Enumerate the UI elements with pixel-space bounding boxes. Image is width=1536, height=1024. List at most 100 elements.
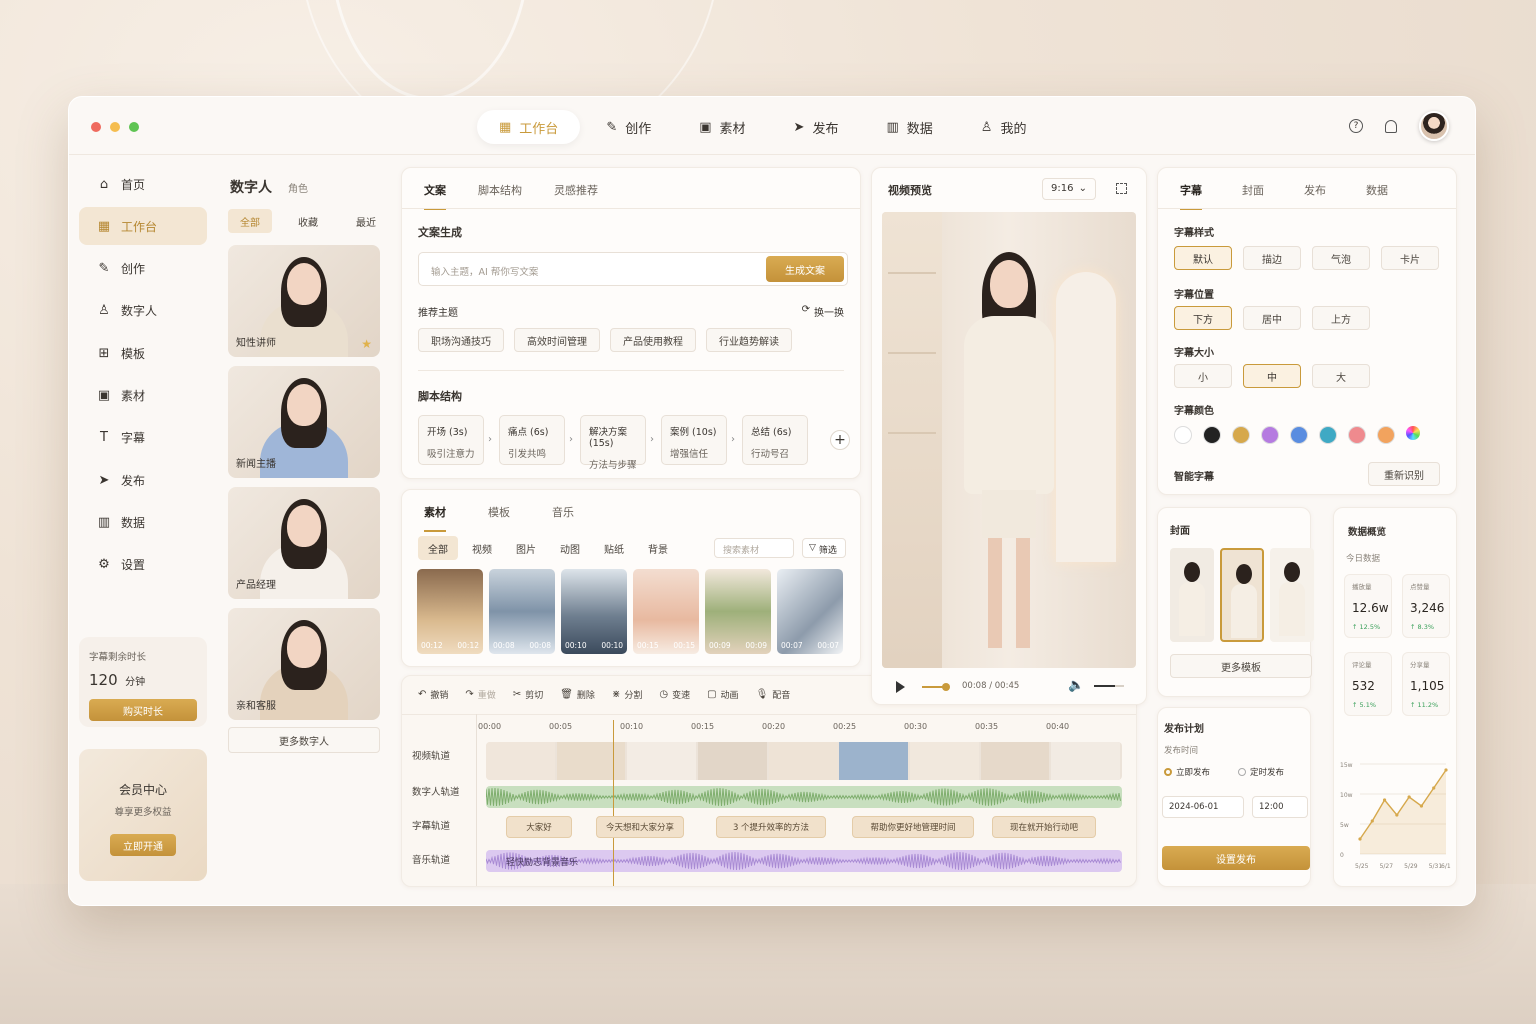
sidebar-item-5[interactable]: ▣ 素材 <box>79 376 207 414</box>
subtitle-clip[interactable]: 3 个提升效率的方法 <box>716 816 826 838</box>
playhead[interactable] <box>613 720 615 886</box>
sizes-option[interactable]: 中 <box>1243 364 1301 388</box>
subtitle-clip[interactable]: 帮助你更好地管理时间 <box>852 816 974 838</box>
voiceover-button[interactable]: 🎙 配音 <box>756 688 791 701</box>
material-thumb[interactable]: 00:07 00:07 <box>777 569 843 654</box>
add-step-button[interactable]: + <box>830 430 850 450</box>
positions-option[interactable]: 下方 <box>1174 306 1232 330</box>
color-swatch[interactable] <box>1232 426 1250 444</box>
material-tab-0[interactable]: 素材 <box>424 504 446 532</box>
copy-tab-2[interactable]: 灵感推荐 <box>554 182 598 198</box>
positions-option[interactable]: 居中 <box>1243 306 1301 330</box>
styles-option[interactable]: 描边 <box>1243 246 1301 270</box>
cover-option[interactable] <box>1170 548 1214 642</box>
sizes-option[interactable]: 大 <box>1312 364 1370 388</box>
material-filter-4[interactable]: 贴纸 <box>594 536 634 560</box>
digital-filter-1[interactable]: 收藏 <box>286 209 330 233</box>
material-filter-2[interactable]: 图片 <box>506 536 546 560</box>
sidebar-item-6[interactable]: T 字幕 <box>79 419 207 457</box>
material-filter-1[interactable]: 视频 <box>462 536 502 560</box>
top-nav-3[interactable]: ➤ 发布 <box>772 110 861 144</box>
star-icon[interactable]: ★ <box>361 337 372 351</box>
video-clip[interactable] <box>556 742 626 780</box>
sidebar-item-8[interactable]: ▥ 数据 <box>79 503 207 541</box>
digital-filter-2[interactable]: 最近 <box>344 209 388 233</box>
digital-filter-0[interactable]: 全部 <box>228 209 272 233</box>
topic-chip[interactable]: 高效时间管理 <box>514 328 600 352</box>
digital-human-card[interactable]: 亲和客服 <box>228 608 380 720</box>
date-input[interactable]: 2024-06-01 <box>1162 796 1244 818</box>
styles-option[interactable]: 气泡 <box>1312 246 1370 270</box>
sizes-option[interactable]: 小 <box>1174 364 1232 388</box>
undo-button[interactable]: ↶ 撤销 <box>418 688 448 701</box>
sidebar-item-7[interactable]: ➤ 发布 <box>79 461 207 499</box>
more-digital-button[interactable]: 更多数字人 <box>228 727 380 753</box>
refresh-button[interactable]: ⟳ 换一换 <box>802 304 844 319</box>
material-thumb[interactable]: 00:10 00:10 <box>561 569 627 654</box>
fullscreen-icon[interactable] <box>1116 183 1127 194</box>
styles-option[interactable]: 默认 <box>1174 246 1232 270</box>
color-swatch[interactable] <box>1348 426 1366 444</box>
time-input[interactable]: 12:00 <box>1252 796 1308 818</box>
digital-subtitle[interactable]: 角色 <box>288 180 308 195</box>
color-swatch[interactable] <box>1174 426 1192 444</box>
styles-option[interactable]: 卡片 <box>1381 246 1439 270</box>
delete-button[interactable]: 🗑 删除 <box>560 688 595 701</box>
top-nav-4[interactable]: ▥ 数据 <box>864 110 954 144</box>
minimize-dot[interactable] <box>110 122 120 132</box>
copy-tab-1[interactable]: 脚本结构 <box>478 182 522 198</box>
topic-chip[interactable]: 行业趋势解读 <box>706 328 792 352</box>
topic-input[interactable]: 输入主题，AI 帮你写文案 生成文案 <box>418 252 848 286</box>
color-swatch[interactable] <box>1319 426 1337 444</box>
filter-button[interactable]: ▽ 筛选 <box>802 538 846 558</box>
script-step[interactable]: 解决方案 (15s) 方法与步骤 <box>580 415 646 471</box>
video-clip[interactable] <box>627 742 697 780</box>
script-step[interactable]: 痛点 (6s) 引发共鸣 <box>499 415 565 465</box>
cover-option[interactable] <box>1220 548 1264 642</box>
settings-tab-3[interactable]: 数据 <box>1366 182 1388 198</box>
settings-tab-1[interactable]: 封面 <box>1242 182 1264 198</box>
video-clip[interactable] <box>486 742 555 780</box>
buy-time-button[interactable]: 购买时长 <box>89 699 197 721</box>
video-clip[interactable] <box>768 742 838 780</box>
sidebar-item-1[interactable]: ▦ 工作台 <box>79 207 207 246</box>
maximize-dot[interactable] <box>129 122 139 132</box>
color-swatch[interactable] <box>1203 426 1221 444</box>
top-nav-0[interactable]: ▦ 工作台 <box>477 110 581 144</box>
video-track[interactable] <box>486 742 1122 780</box>
video-clip[interactable] <box>980 742 1050 780</box>
video-clip[interactable] <box>698 742 767 780</box>
settings-tab-0[interactable]: 字幕 <box>1180 182 1202 210</box>
copy-tab-0[interactable]: 文案 <box>424 182 446 210</box>
digital-human-card[interactable]: 知性讲师 ★ <box>228 245 380 357</box>
generate-copy-button[interactable]: 生成文案 <box>766 256 844 282</box>
set-publish-button[interactable]: 设置发布 <box>1162 846 1310 870</box>
top-nav-1[interactable]: ✎ 创作 <box>584 110 673 144</box>
redetect-button[interactable]: 重新识别 <box>1368 462 1440 486</box>
volume-icon[interactable]: 🔈 <box>1068 678 1084 693</box>
topic-chip[interactable]: 产品使用教程 <box>610 328 696 352</box>
material-filter-0[interactable]: 全部 <box>418 536 458 560</box>
positions-option[interactable]: 上方 <box>1312 306 1370 330</box>
script-step[interactable]: 案例 (10s) 增强信任 <box>661 415 727 465</box>
subtitle-clip[interactable]: 大家好 <box>506 816 572 838</box>
progress-thumb[interactable] <box>942 683 950 691</box>
topic-chip[interactable]: 职场沟通技巧 <box>418 328 504 352</box>
animation-button[interactable]: ▢ 动画 <box>707 688 738 701</box>
play-icon[interactable] <box>896 681 905 693</box>
material-thumb[interactable]: 00:09 00:09 <box>705 569 771 654</box>
vip-open-button[interactable]: 立即开通 <box>110 834 176 856</box>
subtitle-clip[interactable]: 现在就开始行动吧 <box>992 816 1096 838</box>
bell-icon[interactable] <box>1385 119 1397 133</box>
top-nav-5[interactable]: ♙ 我的 <box>959 110 1049 144</box>
settings-tab-2[interactable]: 发布 <box>1304 182 1326 198</box>
progress-bar[interactable] <box>922 683 950 691</box>
publish-now-radio[interactable]: 立即发布 <box>1164 766 1210 778</box>
top-nav-2[interactable]: ▣ 素材 <box>677 110 767 144</box>
video-clip[interactable] <box>839 742 909 780</box>
material-thumb[interactable]: 00:12 00:12 <box>417 569 483 654</box>
color-swatch[interactable] <box>1290 426 1308 444</box>
music-track[interactable]: 轻快励志背景音乐 <box>486 850 1122 872</box>
digital-human-card[interactable]: 产品经理 <box>228 487 380 599</box>
material-filter-3[interactable]: 动图 <box>550 536 590 560</box>
